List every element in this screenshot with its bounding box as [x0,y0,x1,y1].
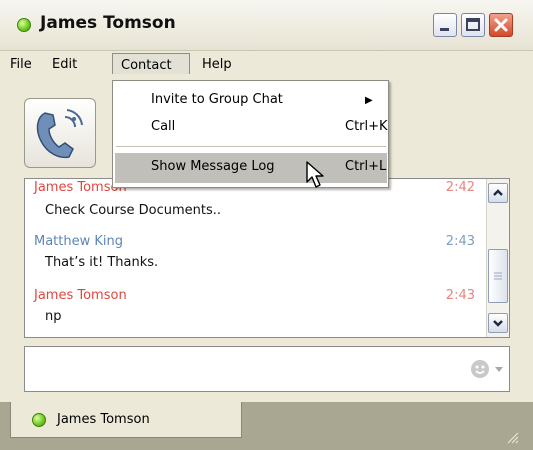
tab-label: James Tomson [57,412,150,427]
message-log[interactable]: James Tomson 2:42 Check Course Documents… [24,178,510,338]
vertical-scrollbar[interactable] [486,179,509,337]
chevron-up-icon [493,189,503,196]
message-time: 2:43 [445,234,475,249]
minimize-icon [440,28,449,31]
resize-grip-icon[interactable] [505,430,519,444]
menu-item-call[interactable]: Call [151,119,175,134]
smiley-face-icon [475,365,485,374]
message-sender: James Tomson [34,288,127,303]
menu-help[interactable]: Help [202,57,232,72]
menu-bar: File Edit Contact Help [0,51,533,80]
scroll-thumb[interactable] [488,249,508,303]
message-text: np [45,309,62,324]
message-text: Check Course Documents.. [45,203,222,218]
menu-item-invite-to-group-chat[interactable]: Invite to Group Chat [151,92,283,107]
close-button[interactable] [489,13,513,37]
maximize-button[interactable] [461,13,485,37]
menu-file[interactable]: File [10,57,32,72]
menu-separator [116,146,386,147]
smiley-icon[interactable] [471,360,489,378]
online-status-icon [32,413,46,427]
online-status-icon [17,18,31,32]
window-title: James Tomson [40,13,176,33]
message-text: That’s it! Thanks. [45,255,159,270]
menu-item-label: Show Message Log [151,159,275,174]
tab-james-tomson[interactable]: James Tomson [10,402,242,438]
conversation-tabs: James Tomson [0,402,533,450]
mouse-cursor-icon [306,161,324,188]
message-time: 2:42 [445,180,475,195]
menu-contact[interactable]: Contact [112,53,190,74]
phone-icon [36,109,83,159]
message-input[interactable] [24,346,510,392]
chat-window: James Tomson File Edit Contact Help Jame… [0,0,533,450]
menu-item-show-message-log[interactable]: Show Message Log Ctrl+L [115,153,387,183]
title-bar[interactable]: James Tomson [0,0,533,51]
grip-icon [494,272,502,280]
menu-shortcut: Ctrl+K [345,119,388,134]
submenu-arrow-icon: ▶ [365,95,373,106]
close-icon [494,18,508,32]
maximize-icon [466,18,480,31]
contact-menu: Invite to Group Chat ▶ Call Ctrl+K Show … [112,80,389,188]
menu-edit[interactable]: Edit [52,57,77,72]
chevron-down-icon [493,320,503,327]
emoticon-dropdown-icon[interactable] [495,367,503,373]
minimize-button[interactable] [433,13,457,37]
message-time: 2:43 [445,288,475,303]
call-button[interactable] [24,98,96,168]
menu-shortcut: Ctrl+L [345,159,387,174]
message-sender: Matthew King [34,234,124,249]
scroll-up-button[interactable] [488,183,508,203]
scroll-down-button[interactable] [488,313,508,333]
